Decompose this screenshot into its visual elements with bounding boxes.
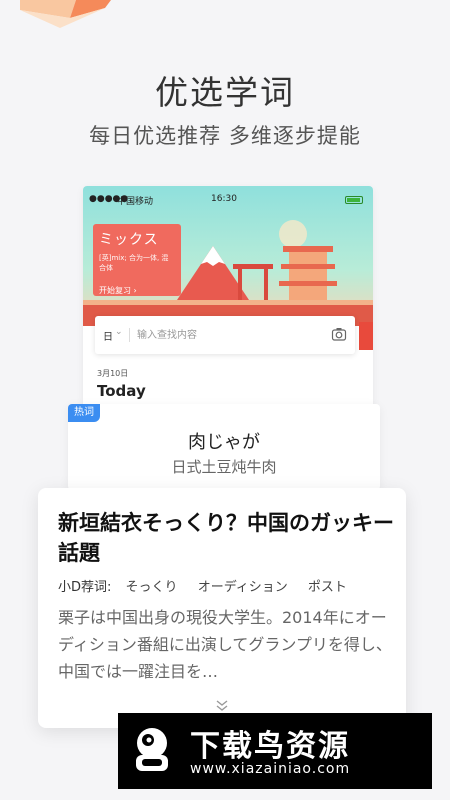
promo-headline: 优选学词 xyxy=(155,73,295,112)
watermark-url: www.xiazainiao.com xyxy=(190,761,351,777)
bird-logo-icon xyxy=(136,728,168,771)
chevron-down-icon[interactable]: ⌄ xyxy=(115,327,123,337)
today-heading: Today xyxy=(97,382,146,400)
daily-word-banner[interactable]: ●●●●● 中国移动 16:30 ミックス [英]mix; 合为一体, 混合体 … xyxy=(83,186,373,326)
word-of-day-card[interactable]: ミックス [英]mix; 合为一体, 混合体 开始复习 › xyxy=(93,224,181,296)
phone-screenshot: ●●●●● 中国移动 16:30 ミックス [英]mix; 合为一体, 混合体 … xyxy=(83,186,373,416)
hot-word-meaning: 日式土豆炖牛肉 xyxy=(171,458,277,476)
decorative-strip xyxy=(359,322,373,350)
language-selector[interactable]: 日 xyxy=(103,328,113,343)
article-title[interactable]: 新垣結衣そっくり？中国のガッキー話題 xyxy=(58,508,398,568)
tag-item[interactable]: ポスト xyxy=(308,580,347,595)
double-chevron-down-icon[interactable] xyxy=(214,698,230,714)
word-of-day-description: [英]mix; 合为一体, 混合体 xyxy=(99,254,169,272)
tag-item[interactable]: オーディション xyxy=(198,580,288,595)
decorative-cube xyxy=(20,0,111,28)
hot-word-card[interactable]: 热词 肉じゃが 日式土豆炖牛肉 xyxy=(68,404,380,490)
word-of-day-title: ミックス xyxy=(99,232,159,248)
promo-subline: 每日优选推荐 多维逐步提能 xyxy=(89,124,361,148)
hot-word-term: 肉じゃが xyxy=(188,432,260,453)
search-input[interactable] xyxy=(137,326,317,344)
status-time: 16:30 xyxy=(211,194,237,204)
article-card[interactable]: 新垣結衣そっくり？中国のガッキー話題 小D荐词: そっくり オーディション ポス… xyxy=(38,488,406,728)
start-review-button[interactable]: 开始复习 › xyxy=(99,285,175,296)
dictionary-search-bar[interactable]: 日 ⌄ xyxy=(95,316,355,354)
hot-word-badge: 热词 xyxy=(68,404,100,422)
tags-label: 小D荐词: xyxy=(58,580,112,595)
watermark-name: 下载鸟资源 xyxy=(190,729,350,764)
tag-item[interactable]: そっくり xyxy=(126,580,178,595)
article-tags: 小D荐词: そっくり オーディション ポスト xyxy=(58,576,363,595)
section-date: 3月10日 xyxy=(97,369,129,378)
article-excerpt: 栗子は中国出身の現役大学生。2014年にオーディション番組に出演してグランプリを… xyxy=(58,608,392,681)
watermark: 下载鸟资源 www.xiazainiao.com xyxy=(118,713,432,789)
search-divider xyxy=(129,328,130,342)
camera-icon[interactable] xyxy=(331,326,347,342)
battery-icon xyxy=(345,196,363,204)
status-bar: ●●●●● 中国移动 16:30 xyxy=(83,194,373,208)
carrier-name: 中国移动 xyxy=(117,197,154,207)
